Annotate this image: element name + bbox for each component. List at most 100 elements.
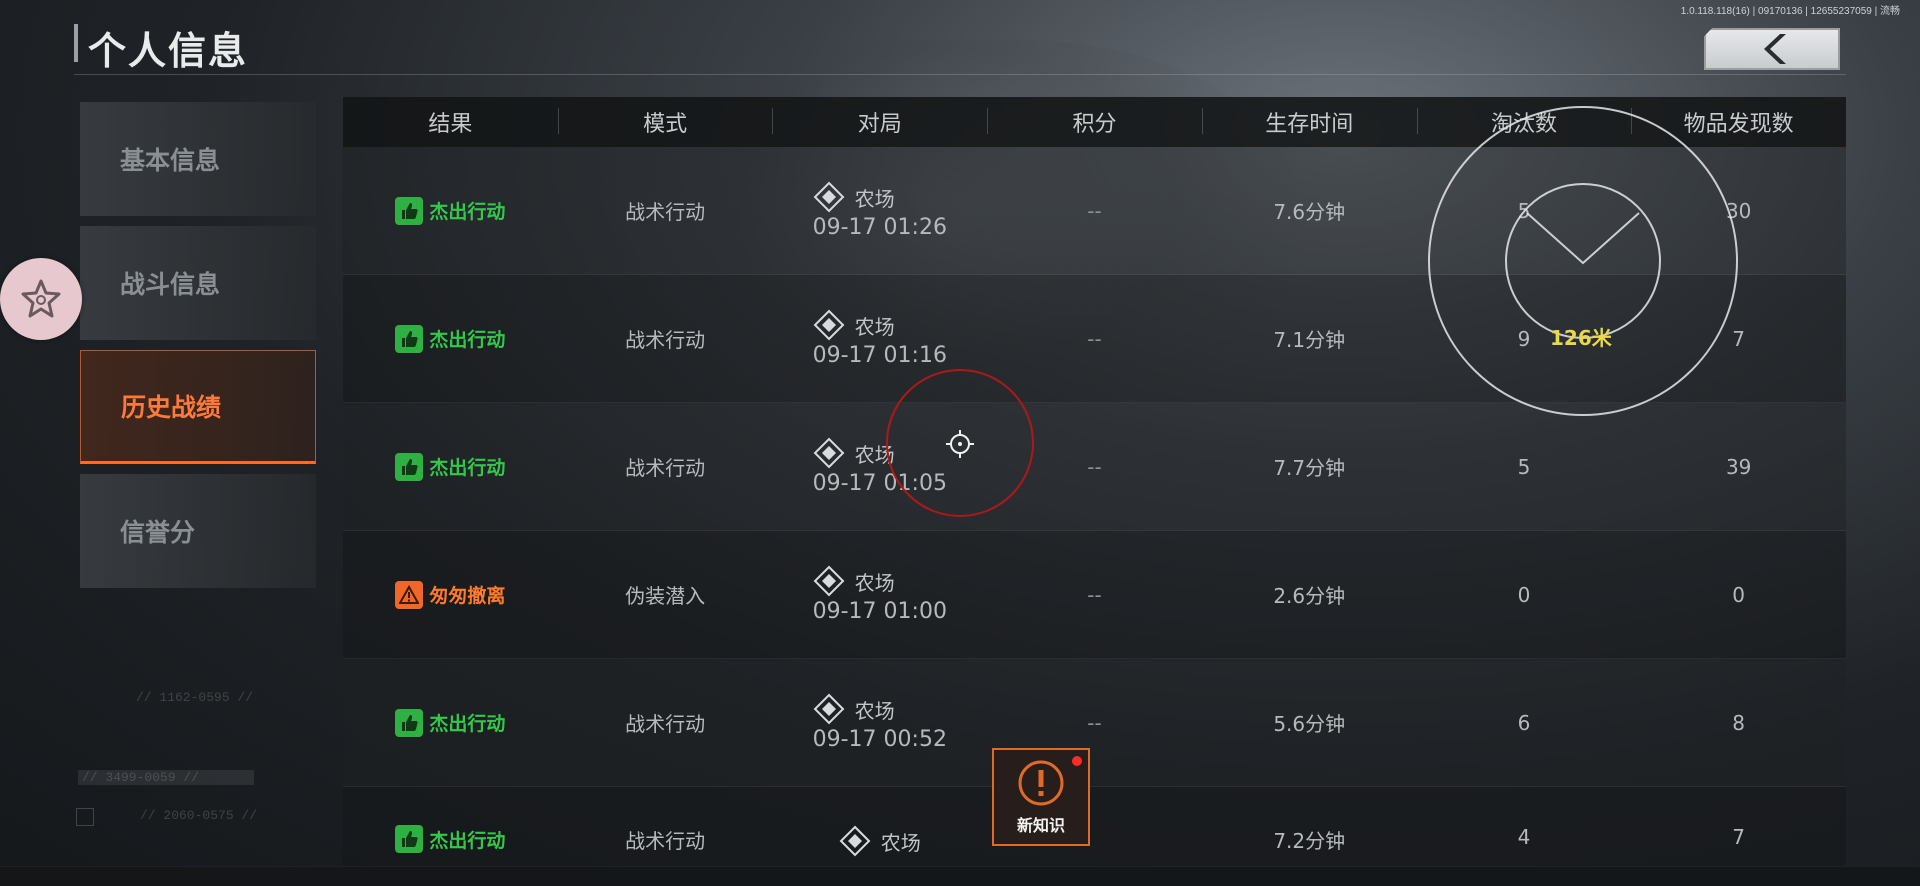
match-date: 09-17 01:26 bbox=[812, 215, 947, 240]
cell-result: 杰出行动 bbox=[343, 452, 558, 481]
cell-mode: 战术行动 bbox=[625, 829, 706, 853]
result-label: 杰出行动 bbox=[429, 713, 506, 735]
sidebar-item-match-history[interactable]: 历史战绩 bbox=[80, 350, 316, 464]
match-info: 农场 09-17 01:26 bbox=[813, 181, 947, 240]
map-diamond-icon bbox=[813, 181, 845, 213]
cell-match: 农场 09-17 01:16 bbox=[772, 309, 987, 368]
cell-score: -- bbox=[1087, 710, 1102, 735]
cell-items: 7 bbox=[1732, 825, 1746, 849]
match-map: 农场 bbox=[854, 314, 895, 339]
star-icon bbox=[21, 279, 61, 318]
cell-result: 杰出行动 bbox=[343, 196, 558, 225]
sidebar-item-credit-score[interactable]: 信誉分 bbox=[80, 474, 316, 588]
match-map: 农场 bbox=[880, 830, 921, 855]
new-knowledge-button[interactable]: 新知识 bbox=[992, 748, 1090, 846]
sidebar-item-basic-info[interactable]: 基本信息 bbox=[80, 102, 316, 216]
cell-score: -- bbox=[1087, 326, 1102, 351]
match-map: 农场 bbox=[854, 186, 895, 211]
cell-survival: 7.2分钟 bbox=[1273, 829, 1346, 853]
floating-assistant-button[interactable] bbox=[0, 258, 82, 340]
result-badge: 杰出行动 bbox=[395, 825, 505, 853]
cell-match: 农场 09-17 01:00 bbox=[772, 565, 987, 624]
faded-code-line: // 1162-0595 // bbox=[136, 690, 254, 705]
map-diamond-icon bbox=[813, 309, 845, 341]
cell-kills: 4 bbox=[1517, 825, 1531, 849]
sidebar-nav: 基本信息 战斗信息 历史战绩 信誉分 bbox=[80, 102, 316, 598]
table-row[interactable]: 匆匆撤离 伪装潜入 农场 09-17 01:00 -- 2.6分钟 0 0 bbox=[343, 531, 1846, 659]
column-header-score: 积分 bbox=[987, 106, 1202, 138]
result-badge: 杰出行动 bbox=[395, 324, 506, 353]
sidebar-item-label: 信誉分 bbox=[120, 518, 196, 547]
cell-result: 杰出行动 bbox=[343, 324, 558, 353]
cell-survival: 7.7分钟 bbox=[1273, 456, 1346, 480]
column-header-mode: 模式 bbox=[557, 106, 773, 138]
cell-items: 8 bbox=[1732, 710, 1746, 735]
result-label: 杰出行动 bbox=[429, 829, 506, 852]
sidebar-item-label: 历史战绩 bbox=[121, 393, 222, 422]
match-date: 09-17 01:16 bbox=[812, 343, 947, 368]
cell-score: -- bbox=[1087, 198, 1102, 223]
cell-result: 杰出行动 bbox=[343, 825, 558, 853]
cell-survival: 7.6分钟 bbox=[1273, 200, 1346, 224]
match-info: 农场 09-17 01:16 bbox=[813, 309, 947, 368]
thumbs-up-icon bbox=[395, 708, 424, 737]
cell-match: 农场 09-17 01:26 bbox=[772, 181, 987, 240]
notification-dot bbox=[1072, 756, 1082, 766]
direction-indicator-icon bbox=[1526, 212, 1640, 265]
thumbs-up-icon bbox=[395, 452, 424, 481]
alert-circle-icon bbox=[1018, 760, 1064, 806]
sidebar-item-label: 基本信息 bbox=[120, 146, 221, 175]
map-diamond-icon bbox=[839, 825, 871, 857]
build-info: 1.0.118.118(16) | 09170136 | 12655237059… bbox=[1680, 6, 1900, 17]
match-date: 09-17 01:00 bbox=[812, 599, 947, 624]
cell-survival: 5.6分钟 bbox=[1273, 712, 1346, 736]
cell-mode: 战术行动 bbox=[625, 328, 706, 352]
title-accent-bar bbox=[74, 24, 78, 62]
warning-icon bbox=[395, 580, 424, 609]
result-label: 杰出行动 bbox=[429, 201, 506, 223]
map-diamond-icon bbox=[813, 565, 845, 597]
cell-mode: 战术行动 bbox=[625, 712, 706, 736]
result-badge: 杰出行动 bbox=[395, 196, 506, 225]
page-title: 个人信息 bbox=[88, 29, 249, 73]
chevron-left-icon bbox=[1764, 34, 1786, 64]
cell-mode: 战术行动 bbox=[625, 456, 706, 480]
distance-readout: 126米 bbox=[1550, 326, 1612, 350]
match-map: 农场 bbox=[854, 570, 895, 595]
map-diamond-icon bbox=[813, 437, 845, 469]
bottom-status-bar bbox=[0, 866, 1920, 886]
faded-square-icon bbox=[76, 808, 94, 826]
match-map: 农场 bbox=[854, 698, 895, 723]
match-info: 农场 bbox=[839, 825, 921, 859]
thumbs-up-icon bbox=[395, 196, 424, 225]
sidebar-item-label: 战斗信息 bbox=[120, 270, 221, 299]
cell-items: 0 bbox=[1732, 582, 1746, 607]
cell-result: 匆匆撤离 bbox=[343, 580, 558, 609]
result-label: 杰出行动 bbox=[429, 457, 506, 479]
thumbs-up-icon bbox=[395, 324, 424, 353]
table-row[interactable]: 杰出行动 战术行动 农场 09-17 01:05 -- 7.7分钟 5 39 bbox=[343, 403, 1846, 531]
column-header-survival: 生存时间 bbox=[1201, 106, 1417, 138]
column-header-result: 结果 bbox=[428, 112, 473, 137]
match-date: 09-17 00:52 bbox=[812, 727, 947, 752]
cell-kills: 5 bbox=[1517, 454, 1531, 479]
back-button[interactable] bbox=[1704, 28, 1840, 70]
result-label: 杰出行动 bbox=[429, 329, 506, 351]
thumbs-up-icon bbox=[395, 825, 424, 853]
new-knowledge-label: 新知识 bbox=[1016, 816, 1065, 835]
cell-mode: 伪装潜入 bbox=[625, 584, 706, 608]
result-badge: 杰出行动 bbox=[395, 708, 506, 737]
match-info: 农场 09-17 00:52 bbox=[813, 693, 947, 752]
cell-survival: 2.6分钟 bbox=[1273, 584, 1346, 608]
column-header-match: 对局 bbox=[772, 106, 987, 138]
result-badge: 杰出行动 bbox=[395, 452, 506, 481]
table-row[interactable]: 杰出行动 战术行动 农场 09-17 00:52 -- 5.6分钟 6 8 bbox=[343, 659, 1846, 787]
cell-score: -- bbox=[1087, 582, 1102, 607]
cell-match: 农场 09-17 00:52 bbox=[772, 693, 987, 752]
cell-result: 杰出行动 bbox=[343, 708, 558, 737]
map-diamond-icon bbox=[813, 693, 845, 725]
cell-mode: 战术行动 bbox=[625, 200, 706, 224]
cell-survival: 7.1分钟 bbox=[1273, 328, 1346, 352]
sidebar-item-combat-info[interactable]: 战斗信息 bbox=[80, 226, 316, 340]
table-row[interactable]: 杰出行动 战术行动 农场 7.2分钟 4 7 bbox=[343, 787, 1846, 867]
